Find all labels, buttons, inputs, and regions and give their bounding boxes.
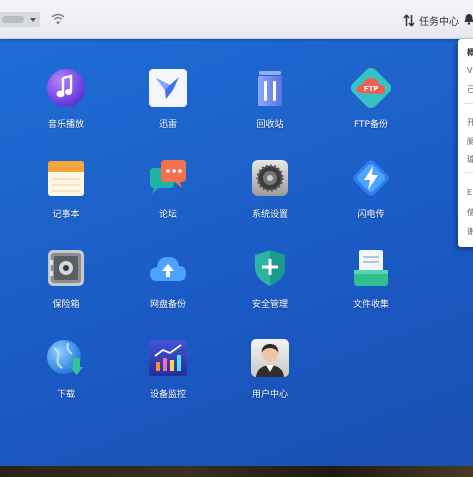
photo-bottom-edge	[0, 466, 473, 477]
chevron-down-icon	[30, 17, 36, 22]
trash-bin-icon	[250, 68, 290, 108]
app-device-monitor[interactable]: 设备监控	[120, 338, 216, 418]
app-download[interactable]: 下载	[18, 338, 114, 418]
app-label: 论坛	[158, 210, 177, 220]
app-system-settings[interactable]: 系统设置	[222, 158, 318, 238]
notepad-icon	[46, 158, 86, 198]
lightning-transfer-icon	[351, 158, 391, 198]
panel-line-6: 璩	[467, 155, 473, 164]
thunder-bird-icon	[148, 68, 188, 108]
panel-line-2: V	[467, 66, 473, 75]
app-label: 安全管理	[251, 300, 288, 310]
notification-panel[interactable]: 概 V 己 开 腿 璩 E 使 谢	[458, 39, 473, 247]
panel-line-9: 谢	[467, 227, 473, 236]
app-label: 设备监控	[149, 390, 186, 400]
app-label: 下载	[56, 390, 75, 400]
music-note-icon	[46, 68, 86, 108]
app-label: 网盘备份	[149, 300, 186, 310]
app-label: 回收站	[256, 120, 284, 130]
bell-icon[interactable]	[463, 13, 473, 25]
panel-divider	[464, 103, 473, 104]
user-name-blurred	[2, 16, 24, 23]
app-user-center[interactable]: 用户中心	[222, 338, 318, 418]
panel-line-3: 己	[467, 85, 473, 94]
cloud-upload-icon	[148, 248, 188, 288]
user-dropdown[interactable]	[0, 12, 40, 27]
panel-line-8: 使	[467, 208, 473, 217]
app-label: 闪电传	[357, 210, 385, 220]
app-cloud-backup[interactable]: 网盘备份	[120, 248, 216, 328]
forum-chat-icon	[148, 158, 188, 198]
app-label: 用户中心	[251, 390, 288, 400]
wifi-icon[interactable]	[51, 13, 65, 25]
app-label: 系统设置	[251, 210, 288, 220]
app-lightning-transfer[interactable]: 闪电传	[323, 158, 419, 238]
task-center-label: 任务中心	[419, 16, 459, 28]
user-center-icon	[250, 338, 290, 378]
app-label: 记事本	[52, 210, 80, 220]
app-label: 音乐播放	[47, 120, 84, 130]
app-ftp-backup[interactable]: FTP FTP备份	[323, 67, 419, 148]
app-safe-box[interactable]: 保险箱	[18, 248, 114, 328]
transfer-arrows-icon	[403, 14, 415, 26]
app-notepad[interactable]: 记事本	[18, 158, 114, 238]
app-label: FTP备份	[354, 120, 388, 130]
task-center-button[interactable]: 任务中心	[403, 12, 459, 28]
app-forum[interactable]: 论坛	[120, 158, 216, 238]
safe-box-icon	[46, 248, 86, 288]
ftp-badge-text: FTP	[364, 85, 379, 93]
app-security-management[interactable]: 安全管理	[222, 248, 318, 328]
panel-divider	[464, 172, 473, 173]
app-music-player[interactable]: 音乐播放	[18, 68, 114, 148]
app-thunder[interactable]: 迅雷	[120, 68, 216, 148]
ftp-cloud-icon: FTP	[350, 67, 392, 109]
globe-download-icon	[46, 338, 86, 378]
app-label: 保险箱	[52, 300, 80, 310]
shield-plus-icon	[250, 248, 290, 288]
panel-line-7: E	[467, 188, 473, 197]
panel-line-4: 开	[467, 118, 473, 127]
app-label: 迅雷	[158, 120, 177, 130]
app-label: 文件收集	[352, 300, 389, 310]
file-collect-icon	[351, 248, 391, 288]
app-recycle-bin[interactable]: 回收站	[222, 68, 318, 148]
device-monitor-chart-icon	[148, 338, 188, 378]
panel-line-5: 腿	[467, 137, 473, 146]
top-taskbar: 任务中心	[0, 0, 473, 39]
app-file-collection[interactable]: 文件收集	[323, 248, 419, 328]
gear-settings-icon	[250, 158, 290, 198]
desktop: 任务中心 概 V 己 开 腿 璩 E 使 谢 音乐播放 迅雷 回收站 FTP F…	[0, 0, 473, 466]
panel-line-1: 概	[467, 48, 473, 57]
